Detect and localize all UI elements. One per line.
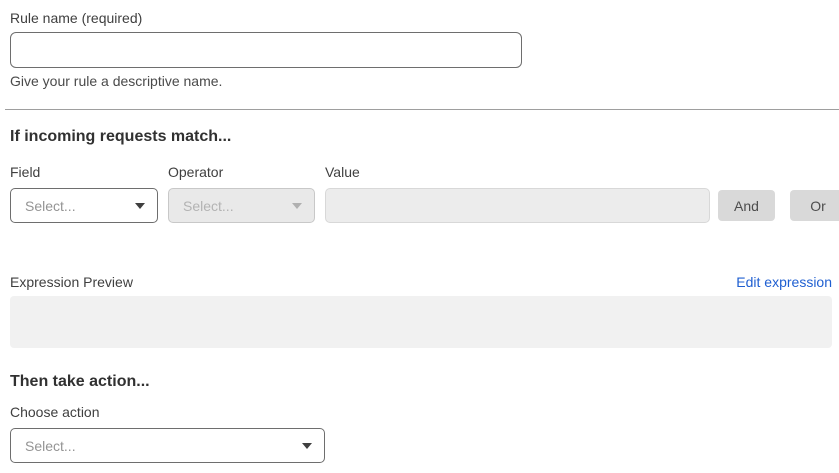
or-button[interactable]: Or [790, 190, 839, 221]
caret-down-icon [292, 203, 302, 209]
expression-preview-label: Expression Preview [10, 274, 133, 291]
and-button[interactable]: And [718, 190, 775, 221]
rule-builder-form: Rule name (required) Give your rule a de… [0, 0, 839, 473]
operator-label: Operator [168, 164, 315, 181]
action-section-heading: Then take action... [10, 372, 832, 391]
choose-action-select-value: Select... [25, 438, 76, 454]
operator-select-value: Select... [183, 198, 234, 214]
rule-name-helper-text: Give your rule a descriptive name. [10, 73, 832, 90]
operator-select: Select... [168, 188, 315, 223]
section-divider [5, 109, 839, 110]
caret-down-icon [302, 443, 312, 449]
condition-row: Field Select... Operator Select... Value… [10, 164, 832, 223]
expression-preview-panel [10, 296, 832, 348]
field-column: Field Select... [10, 164, 158, 223]
choose-action-label: Choose action [10, 404, 832, 421]
field-label: Field [10, 164, 158, 181]
choose-action-select[interactable]: Select... [10, 428, 325, 463]
edit-expression-link[interactable]: Edit expression [736, 274, 832, 290]
operator-column: Operator Select... [168, 164, 315, 223]
value-label: Value [325, 164, 710, 181]
value-column: Value [325, 164, 710, 223]
value-input [325, 188, 710, 223]
action-column: Select... [10, 428, 325, 463]
caret-down-icon [135, 203, 145, 209]
rule-name-input[interactable] [10, 32, 522, 68]
field-select-value: Select... [25, 198, 76, 214]
match-section-heading: If incoming requests match... [10, 127, 832, 146]
expression-preview-header: Expression Preview Edit expression [10, 274, 832, 291]
field-select[interactable]: Select... [10, 188, 158, 223]
rule-name-label: Rule name (required) [10, 10, 142, 26]
